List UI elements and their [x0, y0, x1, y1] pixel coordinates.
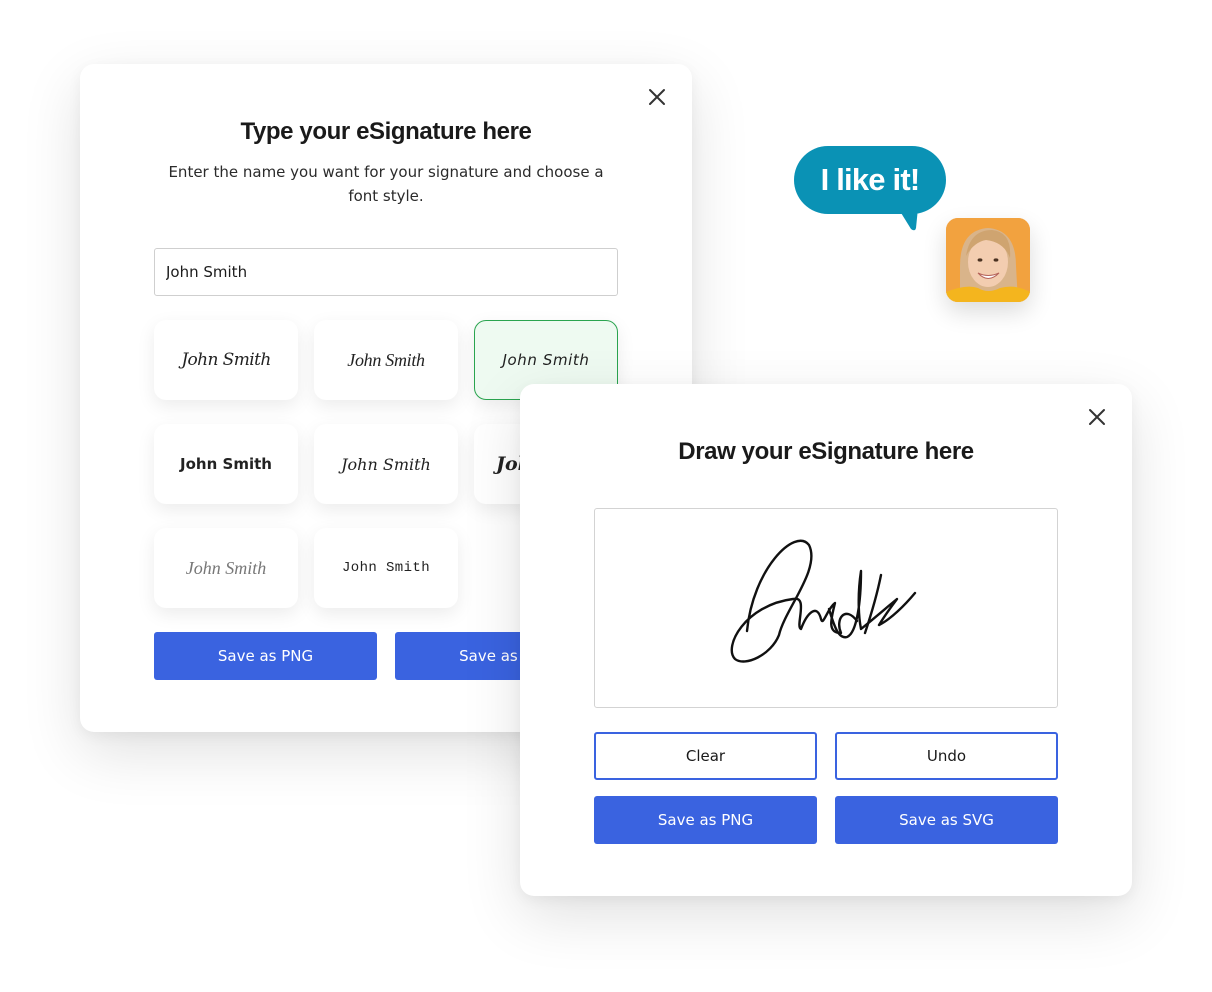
- close-icon: [649, 89, 665, 105]
- type-modal-title: Type your eSignature here: [240, 118, 532, 145]
- undo-button[interactable]: Undo: [835, 732, 1058, 780]
- close-icon: [1089, 409, 1105, 425]
- draw-modal-title: Draw your eSignature here: [678, 438, 974, 465]
- bubble-text: I like it!: [820, 162, 921, 197]
- font-option-5[interactable]: John Smith: [314, 424, 458, 504]
- user-avatar-photo: [946, 218, 1030, 302]
- type-save-png-button[interactable]: Save as PNG: [154, 632, 377, 680]
- font-option-4[interactable]: John Smith: [154, 424, 298, 504]
- signature-name-input[interactable]: [154, 248, 618, 296]
- font-option-7[interactable]: John Smith: [154, 528, 298, 608]
- draw-save-svg-button[interactable]: Save as SVG: [835, 796, 1058, 844]
- type-modal-description: Enter the name you want for your signatu…: [168, 163, 604, 205]
- avatar: [946, 218, 1030, 302]
- font-option-8[interactable]: John Smith: [314, 528, 458, 608]
- font-option-2[interactable]: John Smith: [314, 320, 458, 400]
- draw-modal-close-button[interactable]: [1086, 406, 1108, 428]
- draw-signature-modal: Draw your eSignature here Clear Undo Sav…: [520, 384, 1132, 896]
- type-modal-close-button[interactable]: [646, 86, 668, 108]
- reaction-speech-bubble: I like it!: [794, 146, 946, 232]
- drawn-signature: [730, 539, 917, 663]
- draw-save-png-button[interactable]: Save as PNG: [594, 796, 817, 844]
- signature-draw-canvas[interactable]: [594, 508, 1058, 708]
- clear-button[interactable]: Clear: [594, 732, 817, 780]
- font-option-1[interactable]: John Smith: [154, 320, 298, 400]
